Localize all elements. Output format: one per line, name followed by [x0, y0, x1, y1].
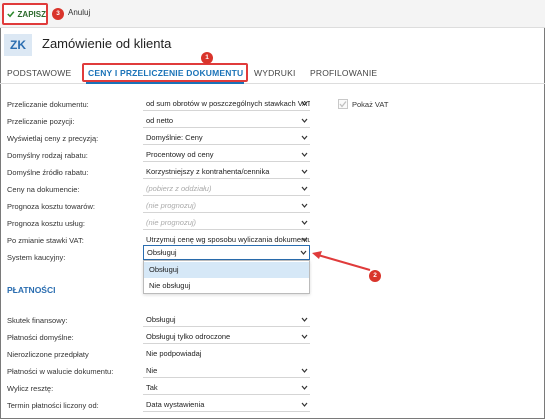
chevron-down-icon — [300, 250, 307, 255]
tab-wydruki[interactable]: WYDRUKI — [254, 68, 296, 78]
select-value: (nie prognozuj) — [146, 218, 197, 227]
page-title: Zamówienie od klienta — [42, 36, 172, 51]
select-value: Obsługuj tylko odroczone — [146, 332, 231, 341]
label-system-kaucyjny: System kaucyjny: — [7, 253, 66, 262]
label-termin-platnosci: Termin płatności liczony od: — [7, 401, 99, 410]
annotation-badge-2: 2 — [369, 270, 381, 282]
select-przeliczanie-dokumentu[interactable]: od sum obrotów w poszczególnych stawkach… — [143, 97, 310, 111]
select-value: Data wystawienia — [146, 400, 205, 409]
label-zrodlo-rabatu: Domyślne źródło rabatu: — [7, 168, 89, 177]
select-platnosci-domyslne[interactable]: Obsługuj tylko odroczone — [143, 330, 310, 344]
chevron-down-icon — [301, 334, 308, 339]
label-ceny-na-dokumencie: Ceny na dokumencie: — [7, 185, 80, 194]
chevron-down-icon — [301, 220, 308, 225]
label-platnosci-w-walucie: Płatności w walucie dokumentu: — [7, 367, 114, 376]
section-title-platnosci: PŁATNOŚCI — [7, 285, 56, 295]
label-precyzja: Wyświetlaj ceny z precyzją: — [7, 134, 99, 143]
chevron-down-icon — [301, 101, 308, 106]
save-button-label: ZAPISZ — [17, 9, 46, 19]
tab-profilowanie[interactable]: PROFILOWANIE — [310, 68, 377, 78]
select-platnosci-w-walucie[interactable]: Nie — [143, 364, 310, 378]
label-prognoza-towarow: Prognoza kosztu towarów: — [7, 202, 95, 211]
select-value: od netto — [146, 116, 174, 125]
chevron-down-icon — [301, 385, 308, 390]
select-value: Nie — [146, 366, 158, 375]
field-value: Nie podpowiadaj — [146, 349, 202, 358]
document-type-badge: ZK — [4, 34, 32, 56]
annotation-badge-3: 3 — [52, 8, 64, 20]
label-skutek-finansowy: Skutek finansowy: — [7, 316, 68, 325]
select-value: od sum obrotów w poszczególnych stawkach… — [146, 99, 310, 108]
select-wylicz-reszte[interactable]: Tak — [143, 381, 310, 395]
annotation-badge-1: 1 — [201, 52, 213, 64]
active-tab-underline — [86, 82, 244, 84]
select-precyzja[interactable]: Domyślnie: Ceny — [143, 131, 310, 145]
select-przeliczanie-pozycji[interactable]: od netto — [143, 114, 310, 128]
chevron-down-icon — [301, 368, 308, 373]
label-platnosci-domyslne: Płatności domyślne: — [7, 333, 74, 342]
chevron-down-icon — [301, 402, 308, 407]
show-vat-label: Pokaż VAT — [352, 99, 389, 109]
select-skutek-finansowy[interactable]: Obsługuj — [143, 313, 310, 327]
show-vat-checkbox[interactable]: Pokaż VAT — [338, 99, 388, 109]
chevron-down-icon — [301, 135, 308, 140]
select-prognoza-uslug[interactable]: (nie prognozuj) — [143, 216, 310, 230]
dropdown-menu: Obsługuj Nie obsługuj — [143, 260, 310, 294]
chevron-down-icon — [301, 152, 308, 157]
checkmark-icon — [7, 11, 15, 18]
chevron-down-icon — [301, 186, 308, 191]
tab-highlight-box — [82, 63, 248, 82]
label-prognoza-uslug: Prognoza kosztu usług: — [7, 219, 85, 228]
select-prognoza-towarow[interactable]: (nie prognozuj) — [143, 199, 310, 213]
select-value: Obsługuj — [147, 248, 177, 257]
label-nierozliczone-przedplaty: Nierozliczone przedpłaty — [7, 350, 89, 359]
select-value: Korzystniejszy z kontrahenta/cennika — [146, 167, 270, 176]
chevron-down-icon — [301, 237, 308, 242]
select-value: Utrzymuj cenę wg sposobu wyliczania doku… — [146, 235, 310, 244]
chevron-down-icon — [301, 118, 308, 123]
dropdown-option-nie-obsluguj[interactable]: Nie obsługuj — [144, 278, 309, 294]
cancel-button[interactable]: Anuluj — [68, 8, 90, 17]
select-value: (nie prognozuj) — [146, 201, 197, 210]
checkbox-icon — [338, 99, 348, 109]
select-value: Procentowy od ceny — [146, 150, 214, 159]
chevron-down-icon — [301, 203, 308, 208]
select-system-kaucyjny[interactable]: Obsługuj — [143, 245, 310, 260]
dropdown-option-obsluguj[interactable]: Obsługuj — [144, 262, 309, 278]
label-wylicz-reszte: Wylicz resztę: — [7, 384, 54, 393]
select-termin-platnosci[interactable]: Data wystawienia — [143, 398, 310, 412]
chevron-down-icon — [301, 169, 308, 174]
label-rodzaj-rabatu: Domyślny rodzaj rabatu: — [7, 151, 88, 160]
select-value: Obsługuj — [146, 315, 176, 324]
chevron-down-icon — [301, 317, 308, 322]
label-przeliczanie-dokumentu: Przeliczanie dokumentu: — [7, 100, 89, 109]
toolbar: ZAPISZ 3 Anuluj — [0, 0, 545, 28]
select-value: Tak — [146, 383, 158, 392]
select-ceny-na-dokumencie[interactable]: (pobierz z oddziału) — [143, 182, 310, 196]
label-zmiana-stawki-vat: Po zmianie stawki VAT: — [7, 236, 84, 245]
tab-podstawowe[interactable]: PODSTAWOWE — [7, 68, 71, 78]
save-button[interactable]: ZAPISZ — [2, 3, 48, 25]
select-value: Domyślnie: Ceny — [146, 133, 203, 142]
label-przeliczanie-pozycji: Przeliczanie pozycji: — [7, 117, 75, 126]
value-nierozliczone-przedplaty: Nie podpowiadaj — [143, 347, 310, 361]
select-rodzaj-rabatu[interactable]: Procentowy od ceny — [143, 148, 310, 162]
select-zrodlo-rabatu[interactable]: Korzystniejszy z kontrahenta/cennika — [143, 165, 310, 179]
select-value: (pobierz z oddziału) — [146, 184, 212, 193]
